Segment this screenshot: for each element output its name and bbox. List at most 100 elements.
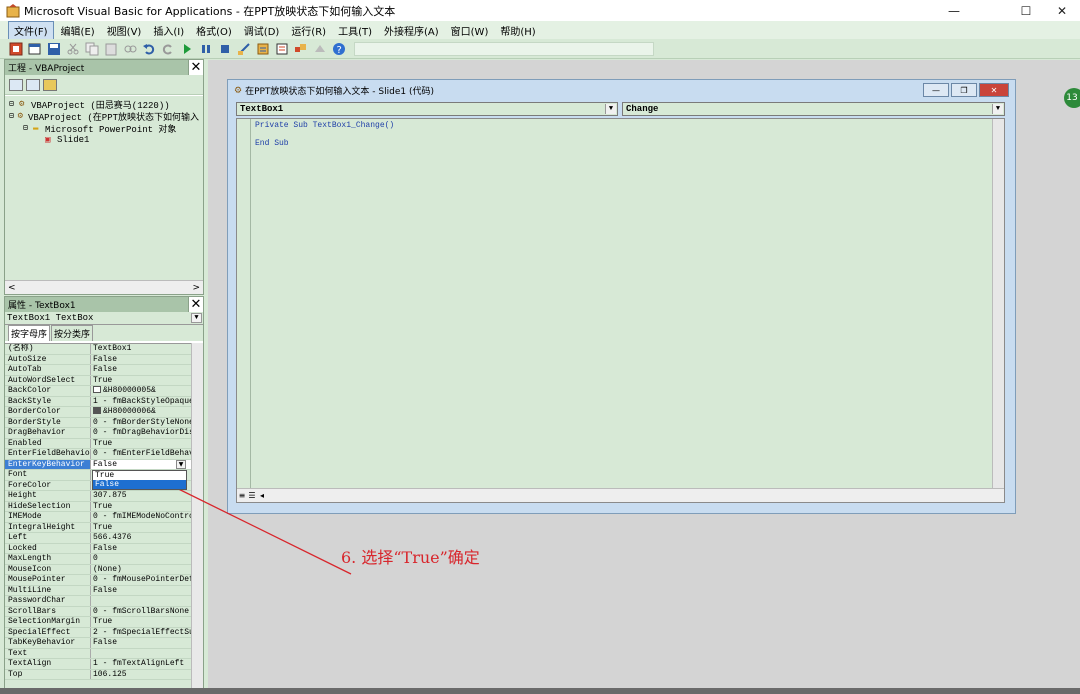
chevron-down-icon[interactable]: ▼ <box>191 313 202 323</box>
undo-icon[interactable] <box>141 41 156 56</box>
menu-item[interactable]: 插入(I) <box>148 22 189 39</box>
properties-vscrollbar[interactable] <box>191 343 203 688</box>
collapse-icon[interactable]: ⊟ <box>9 99 19 109</box>
property-value[interactable]: 106.125 <box>91 670 191 680</box>
object-selector[interactable]: TextBox1 TextBox ▼ <box>5 312 203 325</box>
scroll-left-icon[interactable]: ◂ <box>257 491 267 500</box>
property-row[interactable]: TextAlign 1 - fmTextAlignLeft <box>5 659 191 670</box>
property-value[interactable]: True <box>91 523 191 533</box>
find-icon[interactable] <box>122 41 137 56</box>
menu-item[interactable]: 编辑(E) <box>56 22 100 39</box>
procedure-view-icon[interactable]: ≡ <box>237 491 247 500</box>
property-value[interactable]: True <box>91 617 191 627</box>
property-row[interactable]: HideSelection True <box>5 501 191 512</box>
chevron-down-icon[interactable]: ▼ <box>605 104 616 114</box>
property-row[interactable]: AutoSize False <box>5 354 191 365</box>
scroll-left-icon[interactable]: < <box>8 283 16 293</box>
property-row[interactable]: Enabled True <box>5 438 191 449</box>
property-value[interactable]: 566.4376 <box>91 533 191 543</box>
restore-icon[interactable]: ❐ <box>951 83 977 97</box>
toolbox-icon[interactable] <box>312 41 327 56</box>
property-value[interactable]: 0 <box>91 554 191 564</box>
menu-item[interactable]: 窗口(W) <box>446 22 494 39</box>
property-row[interactable]: EnterKeyBehavior False <box>5 459 191 470</box>
property-row[interactable]: BorderColor &H80000006& <box>5 407 191 418</box>
project-pane-hscrollbar[interactable]: < > <box>5 280 203 294</box>
view-code-icon[interactable] <box>9 78 23 91</box>
property-row[interactable]: SelectionMargin True <box>5 617 191 628</box>
property-value[interactable] <box>91 596 191 606</box>
property-value[interactable]: 1 - fmTextAlignLeft <box>91 659 191 669</box>
reset-icon[interactable] <box>217 41 232 56</box>
property-row[interactable]: BorderStyle 0 - fmBorderStyleNone <box>5 417 191 428</box>
tree-node-slide1[interactable]: ▣ Slide1 <box>9 134 199 146</box>
property-row[interactable]: ScrollBars 0 - fmScrollBarsNone <box>5 606 191 617</box>
close-icon[interactable]: ✕ <box>188 60 203 75</box>
property-value[interactable]: 0 - fmDragBehaviorDis <box>91 428 191 438</box>
property-row[interactable]: IntegralHeight True <box>5 522 191 533</box>
property-row[interactable]: MultiLine False <box>5 585 191 596</box>
property-value[interactable]: 0 - fmScrollBarsNone <box>91 607 191 617</box>
property-value[interactable]: &H80000006& <box>91 407 191 417</box>
chevron-down-icon[interactable]: ▼ <box>992 104 1003 114</box>
tab-categorized[interactable]: 按分类序 <box>51 325 94 341</box>
tree-node-project-1[interactable]: ⊟ ⚙ VBAProject (田忌赛马(1220)) <box>9 98 199 111</box>
property-row[interactable]: Height 307.875 <box>5 491 191 502</box>
property-value[interactable]: True <box>91 439 191 449</box>
property-value[interactable]: &H80000005& <box>91 386 191 396</box>
property-value[interactable]: False <box>91 544 191 554</box>
property-value[interactable]: 1 - fmBackStyleOpaque <box>91 397 191 407</box>
property-value[interactable]: 307.875 <box>91 491 191 501</box>
insert-module-icon[interactable] <box>27 41 42 56</box>
property-row[interactable]: (名称) TextBox1 <box>5 344 191 355</box>
dropdown-option[interactable]: False <box>93 480 186 489</box>
property-row[interactable]: Text <box>5 648 191 659</box>
property-value[interactable]: False <box>91 355 191 365</box>
menu-item[interactable]: 文件(F) <box>8 20 54 40</box>
property-value[interactable]: False <box>91 365 191 375</box>
property-row[interactable]: PasswordChar <box>5 596 191 607</box>
close-icon[interactable]: ✕ <box>188 297 203 312</box>
collapse-icon[interactable]: ⊟ <box>9 111 18 121</box>
property-row[interactable]: SpecialEffect 2 - fmSpecialEffectSu <box>5 627 191 638</box>
properties-window-icon[interactable] <box>274 41 289 56</box>
menu-item[interactable]: 帮助(H) <box>495 22 540 39</box>
procedure-combo[interactable]: Change ▼ <box>622 102 1005 116</box>
tree-node-project-2[interactable]: ⊟ ⚙ VBAProject (在PPT放映状态下如何输入 <box>9 110 199 123</box>
property-value[interactable]: 0 - fmEnterFieldBehav <box>91 449 191 459</box>
close-icon[interactable]: ✕ <box>979 83 1009 97</box>
chevron-down-icon[interactable]: ▼ <box>176 460 186 469</box>
minimize-icon[interactable]: — <box>936 0 972 21</box>
property-value[interactable]: True <box>91 502 191 512</box>
design-mode-icon[interactable] <box>236 41 251 56</box>
menu-item[interactable]: 运行(R) <box>286 22 331 39</box>
paste-icon[interactable] <box>103 41 118 56</box>
menu-item[interactable]: 格式(O) <box>191 22 237 39</box>
property-row[interactable]: Locked False <box>5 543 191 554</box>
property-row[interactable]: TabKeyBehavior False <box>5 638 191 649</box>
property-value[interactable]: False <box>91 586 191 596</box>
property-row[interactable]: EnterFieldBehavior 0 - fmEnterFieldBehav <box>5 449 191 460</box>
close-icon[interactable]: ✕ <box>1044 0 1080 21</box>
project-explorer-icon[interactable] <box>255 41 270 56</box>
menu-item[interactable]: 外接程序(A) <box>379 22 444 39</box>
property-value[interactable]: 0 - fmBorderStyleNone <box>91 418 191 428</box>
copy-icon[interactable] <box>84 41 99 56</box>
property-value[interactable]: (None) <box>91 565 191 575</box>
tab-alphabetic[interactable]: 按字母序 <box>8 325 51 341</box>
property-value[interactable]: 0 - fmIMEModeNoContro <box>91 512 191 522</box>
menu-item[interactable]: 工具(T) <box>333 22 377 39</box>
property-value[interactable]: 0 - fmMousePointerDef <box>91 575 191 585</box>
property-row[interactable]: MouseIcon (None) <box>5 564 191 575</box>
collapse-icon[interactable]: ⊟ <box>23 123 33 133</box>
property-value[interactable]: TextBox1 <box>91 344 191 354</box>
full-module-view-icon[interactable]: ☰ <box>247 491 257 500</box>
property-value[interactable]: 2 - fmSpecialEffectSu <box>91 628 191 638</box>
menu-item[interactable]: 调试(D) <box>239 22 285 39</box>
save-icon[interactable] <box>46 41 61 56</box>
view-powerpoint-icon[interactable] <box>8 41 23 56</box>
enterkeybehavior-dropdown[interactable]: True False <box>92 470 187 490</box>
object-combo[interactable]: TextBox1 ▼ <box>236 102 618 116</box>
scroll-right-icon[interactable]: > <box>192 283 200 293</box>
maximize-icon[interactable]: ☐ <box>1008 0 1044 21</box>
